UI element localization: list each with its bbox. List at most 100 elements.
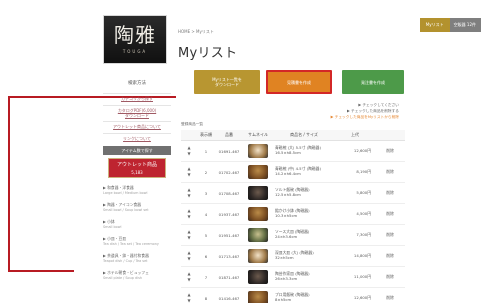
helper-check-all[interactable]: ▶ チェックしてください [358, 103, 399, 108]
sidebar-category-subtitle: Teapot dish / Cup / Tea set [103, 258, 148, 263]
sidebar-link-category[interactable]: カテゴリから探す [103, 96, 171, 102]
move-down-icon[interactable]: ▼ [187, 299, 190, 303]
row-code: 01713-467 [218, 253, 240, 259]
move-down-icon[interactable]: ▼ [187, 278, 190, 282]
move-down-icon[interactable]: ▼ [187, 194, 190, 198]
sidebar-category-item[interactable]: ▶ ホテル朝食・ビュッフェ Small plate / Soup dish [103, 270, 171, 280]
row-code: 01951-467 [218, 232, 240, 238]
thumbnail[interactable] [243, 165, 273, 179]
move-down-icon[interactable]: ▼ [187, 173, 190, 177]
thumbnail[interactable] [243, 186, 273, 200]
sidebar-link-links[interactable]: リンクについて [103, 136, 171, 142]
product-thumbnail[interactable] [248, 270, 268, 284]
sidebar-category-item[interactable]: ▶ 小皿・豆皿 Tea dish / Tea set / Tea ceremon… [103, 236, 171, 246]
sidebar-category-item[interactable]: ▶ 陶器・アイコン食器 Small bowl / Soup bowl set [103, 202, 171, 212]
thumbnail[interactable] [243, 207, 273, 221]
move-up-icon[interactable]: ▲ [187, 230, 190, 234]
callout-line-bottom [8, 270, 74, 272]
table-row: ▲ ▼ 6 01713-467 深皿大皿 (大) (陶磁器) 32×h5cm 14… [181, 246, 405, 267]
outlet-products-button[interactable]: アウトレット商品 5,183 [108, 157, 166, 178]
row-name: プロ用飯碗 (陶磁器) 8×h5cm [275, 292, 310, 302]
row-price: 7,300円 [356, 232, 371, 237]
sidebar-divider [103, 93, 171, 94]
product-thumbnail[interactable] [248, 207, 268, 221]
sidebar-title: 検索方法 [128, 81, 146, 86]
helper-remove-from-mylist[interactable]: ▶ チェックした商品をMyリストから削除 [331, 115, 399, 120]
product-thumbnail[interactable] [248, 228, 268, 242]
sidebar-category-subtitle: Small plate / Soup dish [103, 275, 142, 280]
thumbnail[interactable] [243, 228, 273, 242]
row-price: 11,000円 [353, 274, 371, 279]
product-thumbnail[interactable] [248, 165, 268, 179]
move-up-icon[interactable]: ▲ [187, 146, 190, 150]
move-up-icon[interactable]: ▲ [187, 209, 190, 213]
delete-button[interactable]: 削除 [375, 295, 405, 301]
thumbnail[interactable] [243, 249, 273, 263]
product-thumbnail[interactable] [248, 291, 268, 303]
table-row: ▲ ▼ 2 01702-467 青磁椀 (中) 4.5寸 (陶磁器) 14.2×h… [181, 162, 405, 183]
sidebar-link-catalog[interactable]: カタログPDF(6,000) ダウンロード [103, 108, 171, 119]
sidebar-divider [103, 121, 171, 123]
delete-button[interactable]: 削除 [375, 190, 405, 196]
move-up-icon[interactable]: ▲ [187, 188, 190, 192]
delete-button[interactable]: 削除 [375, 169, 405, 175]
row-order: 1 [204, 148, 208, 154]
row-order: 2 [204, 169, 208, 175]
reorder-controls: ▲ ▼ [181, 209, 197, 219]
reorder-controls: ▲ ▼ [181, 188, 197, 198]
row-name: 飴かけ小鉢 (陶磁器) 10.3×h5cm [275, 208, 310, 218]
delete-button[interactable]: 削除 [375, 148, 405, 154]
row-code: 01871-467 [218, 274, 240, 280]
delete-button[interactable]: 削除 [375, 211, 405, 217]
move-up-icon[interactable]: ▲ [187, 293, 190, 297]
product-thumbnail[interactable] [248, 186, 268, 200]
product-thumbnail[interactable] [248, 249, 268, 263]
reorder-controls: ▲ ▼ [181, 251, 197, 261]
outlet-products-label: アウトレット商品 [116, 161, 157, 168]
sidebar-category-item[interactable]: ▶ 茶道具・鉢・器付和食器 Teapot dish / Cup / Tea se… [103, 253, 171, 263]
create-order-button[interactable]: 発注書を作成 [342, 70, 404, 94]
move-down-icon[interactable]: ▼ [187, 236, 190, 240]
delete-button[interactable]: 削除 [375, 253, 405, 259]
site-logo[interactable]: 陶雅 TOUGA [103, 15, 167, 64]
thumbnail[interactable] [243, 270, 273, 284]
move-down-icon[interactable]: ▼ [187, 215, 190, 219]
sidebar-category-subtitle: Small bowl / Soup bowl set [103, 207, 149, 212]
move-up-icon[interactable]: ▲ [187, 251, 190, 255]
row-order: 6 [204, 253, 208, 259]
table-header-cell: 表示順 [200, 132, 212, 137]
header-status-text: 空販器 12件 [453, 22, 476, 27]
reorder-controls: ▲ ▼ [181, 272, 197, 282]
row-price: 12,600円 [353, 295, 371, 300]
table-header-cell: 上代 [351, 132, 359, 137]
table-row: ▲ ▼ 1 01691-467 青磁椀 (大) 5.5寸 (陶磁器) 16.5×h… [181, 141, 405, 162]
thumbnail[interactable] [243, 144, 273, 158]
delete-button[interactable]: 削除 [375, 232, 405, 238]
helper-delete-checked[interactable]: ▶ チェックした商品を削除する [347, 109, 399, 114]
reorder-controls: ▲ ▼ [181, 167, 197, 177]
download-mylist-button[interactable]: Myリスト一覧を ダウンロード [194, 70, 260, 94]
table-row: ▲ ▼ 5 01951-467 ソース大皿 (陶磁器) 24×h3.6cm 7,3… [181, 225, 405, 246]
sidebar-category-item[interactable]: ▶ 和食器・洋食器 Large bowl / Medium bowl [103, 185, 171, 195]
breadcrumb[interactable]: HOME > Myリスト [178, 29, 214, 35]
reorder-controls: ▲ ▼ [181, 146, 197, 156]
move-up-icon[interactable]: ▲ [187, 167, 190, 171]
move-up-icon[interactable]: ▲ [187, 272, 190, 276]
create-estimate-button[interactable]: 見積書を作成 [266, 70, 332, 94]
thumbnail[interactable] [243, 291, 273, 303]
page-title: Myリスト [178, 46, 238, 61]
table-info: 登録商品一覧 [181, 122, 204, 126]
table-row: ▲ ▼ 7 01871-467 陶芸作家皿 (陶磁器) 26×h3.3cm 11,… [181, 267, 405, 288]
mylist-badge[interactable]: Myリスト [419, 18, 450, 32]
sidebar-link-outlet-info[interactable]: アウトレット商品について [103, 125, 171, 130]
delete-button[interactable]: 削除 [375, 274, 405, 280]
row-name: 深皿大皿 (大) (陶磁器) 32×h5cm [275, 250, 314, 260]
product-thumbnail[interactable] [248, 144, 268, 158]
row-price: 4,500円 [356, 211, 371, 216]
sidebar-category-item[interactable]: ▶ 小鉢 Small bowl [103, 219, 171, 229]
sidebar-divider [103, 133, 171, 135]
row-order: 8 [204, 295, 208, 301]
move-down-icon[interactable]: ▼ [187, 152, 190, 156]
move-down-icon[interactable]: ▼ [187, 257, 190, 261]
row-code: 01416-467 [218, 295, 240, 301]
